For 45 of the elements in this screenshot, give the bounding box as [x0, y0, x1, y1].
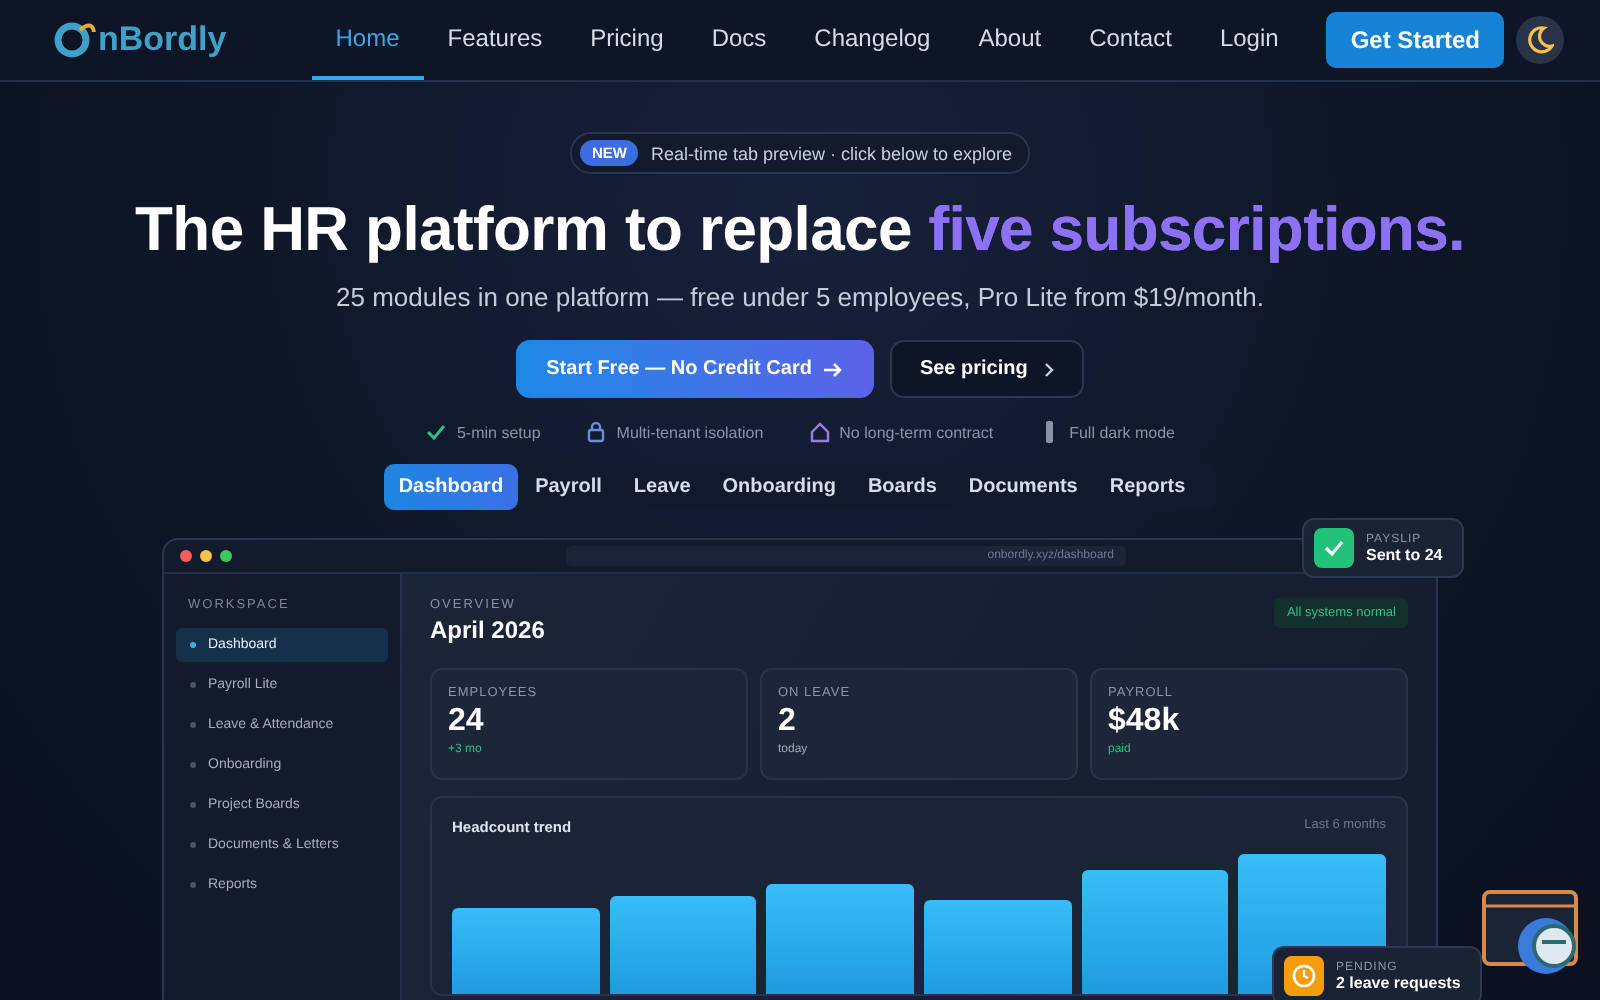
logo-icon: [52, 20, 96, 60]
hero-subtitle: 25 modules in one platform — free under 5 employees, Pro Lite from $19/month.: [336, 282, 1264, 312]
feature-label: Multi-tenant isolation: [616, 423, 764, 441]
nav-link[interactable]: Home: [311, 0, 424, 80]
house-icon: [807, 420, 832, 444]
nav-link[interactable]: Contact: [1065, 0, 1196, 80]
chevron-right-icon: [1043, 361, 1054, 377]
announcement-text[interactable]: Real-time tab preview · click below to explore: [650, 143, 1013, 163]
preview-tab[interactable]: Documents: [954, 464, 1092, 510]
stat-value: 24: [448, 704, 486, 740]
stat-value: 2: [778, 704, 798, 740]
hero-heading: The HR platform to replace five subscriptions.: [135, 194, 1465, 266]
get-started-button[interactable]: Get Started: [1326, 12, 1504, 68]
feature-label: No long-term contract: [839, 423, 994, 441]
nav-link[interactable]: Changelog: [790, 0, 955, 80]
preview-tab[interactable]: Reports: [1095, 464, 1200, 510]
toast-text: 2 leave requests: [1336, 973, 1461, 991]
stat-value: $48k: [1108, 704, 1182, 740]
theme-toggle-button[interactable]: [1516, 16, 1564, 64]
maximize-dot: [220, 550, 232, 562]
preview-tab[interactable]: Leave: [619, 464, 705, 510]
arrow-right-icon: [823, 361, 844, 377]
start-free-button[interactable]: Start Free — No Credit Card: [516, 340, 874, 398]
toast-text: Sent to 24: [1366, 545, 1443, 563]
preview-tab[interactable]: Boards: [853, 464, 951, 510]
chat-widget-icon[interactable]: [1482, 890, 1582, 978]
see-pricing-button[interactable]: See pricing: [889, 340, 1084, 398]
moon-icon: [1526, 26, 1554, 54]
nav-link[interactable]: About: [954, 0, 1066, 80]
nav-link[interactable]: Features: [423, 0, 567, 80]
feature-label: 5-min setup: [456, 423, 541, 441]
preview-tab[interactable]: Onboarding: [708, 464, 850, 510]
check-icon: [424, 420, 449, 444]
logo-text[interactable]: nBordly: [98, 20, 227, 60]
nav-link[interactable]: Docs: [687, 0, 791, 80]
minimize-dot: [200, 550, 212, 562]
preview-tab[interactable]: Payroll: [521, 464, 616, 510]
period-heading: April 2026: [430, 616, 545, 644]
preview-tab[interactable]: Dashboard: [384, 464, 518, 510]
nav-link[interactable]: Pricing: [566, 0, 688, 80]
clock-icon: [1288, 960, 1320, 992]
feature-label: Full dark mode: [1069, 423, 1175, 441]
lock-icon: [584, 420, 609, 444]
nav-link[interactable]: Login: [1195, 0, 1303, 80]
close-dot: [180, 550, 192, 562]
